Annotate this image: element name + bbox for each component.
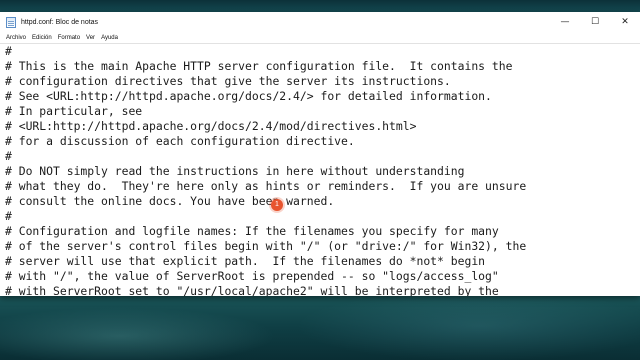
editor-line[interactable]: # server will use that explicit path. If…	[5, 254, 485, 268]
desktop: httpd.conf: Bloc de notas — ☐ ✕ Archivo …	[0, 0, 640, 360]
menu-edicion[interactable]: Edición	[29, 35, 55, 41]
editor-line[interactable]: # for a discussion of each configuration…	[5, 134, 355, 148]
editor-line[interactable]: # Do NOT simply read the instructions in…	[5, 164, 464, 178]
editor-line[interactable]: # In particular, see	[5, 104, 142, 118]
click-marker: 1	[271, 199, 283, 211]
desktop-background-top	[0, 0, 640, 12]
editor-line[interactable]: # Configuration and logfile names: If th…	[5, 224, 499, 238]
editor-line[interactable]: #	[5, 209, 12, 223]
menu-ver[interactable]: Ver	[83, 35, 98, 41]
title-bar[interactable]: httpd.conf: Bloc de notas — ☐ ✕	[0, 12, 640, 32]
editor-line[interactable]: # consult the online docs. You have been…	[5, 194, 334, 208]
text-editor-area[interactable]: # # This is the main Apache HTTP server …	[0, 43, 640, 296]
editor-line[interactable]: # with ServerRoot set to "/usr/local/apa…	[5, 284, 499, 296]
desktop-background-bottom	[0, 296, 640, 360]
editor-line[interactable]: # configuration directives that give the…	[5, 74, 451, 88]
close-button[interactable]: ✕	[610, 12, 640, 32]
editor-line[interactable]: # of the server's control files begin wi…	[5, 239, 526, 253]
window-title: httpd.conf: Bloc de notas	[21, 18, 99, 26]
notepad-icon	[6, 16, 16, 28]
menu-formato[interactable]: Formato	[55, 35, 83, 41]
menu-ayuda[interactable]: Ayuda	[98, 35, 121, 41]
notepad-window: httpd.conf: Bloc de notas — ☐ ✕ Archivo …	[0, 12, 640, 296]
editor-line[interactable]: # This is the main Apache HTTP server co…	[5, 59, 512, 73]
editor-line[interactable]: # See <URL:http://httpd.apache.org/docs/…	[5, 89, 492, 103]
click-marker-label: 1	[275, 201, 279, 208]
window-controls: — ☐ ✕	[550, 12, 640, 32]
editor-line[interactable]: # with "/", the value of ServerRoot is p…	[5, 269, 499, 283]
minimize-button[interactable]: —	[550, 12, 580, 32]
editor-line[interactable]: # <URL:http://httpd.apache.org/docs/2.4/…	[5, 119, 416, 133]
editor-line[interactable]: # what they do. They're here only as hin…	[5, 179, 526, 193]
menu-archivo[interactable]: Archivo	[3, 35, 29, 41]
menu-bar: Archivo Edición Formato Ver Ayuda	[0, 32, 640, 43]
editor-line[interactable]: #	[5, 149, 12, 163]
maximize-button[interactable]: ☐	[580, 12, 610, 32]
editor-line[interactable]: #	[5, 44, 12, 58]
